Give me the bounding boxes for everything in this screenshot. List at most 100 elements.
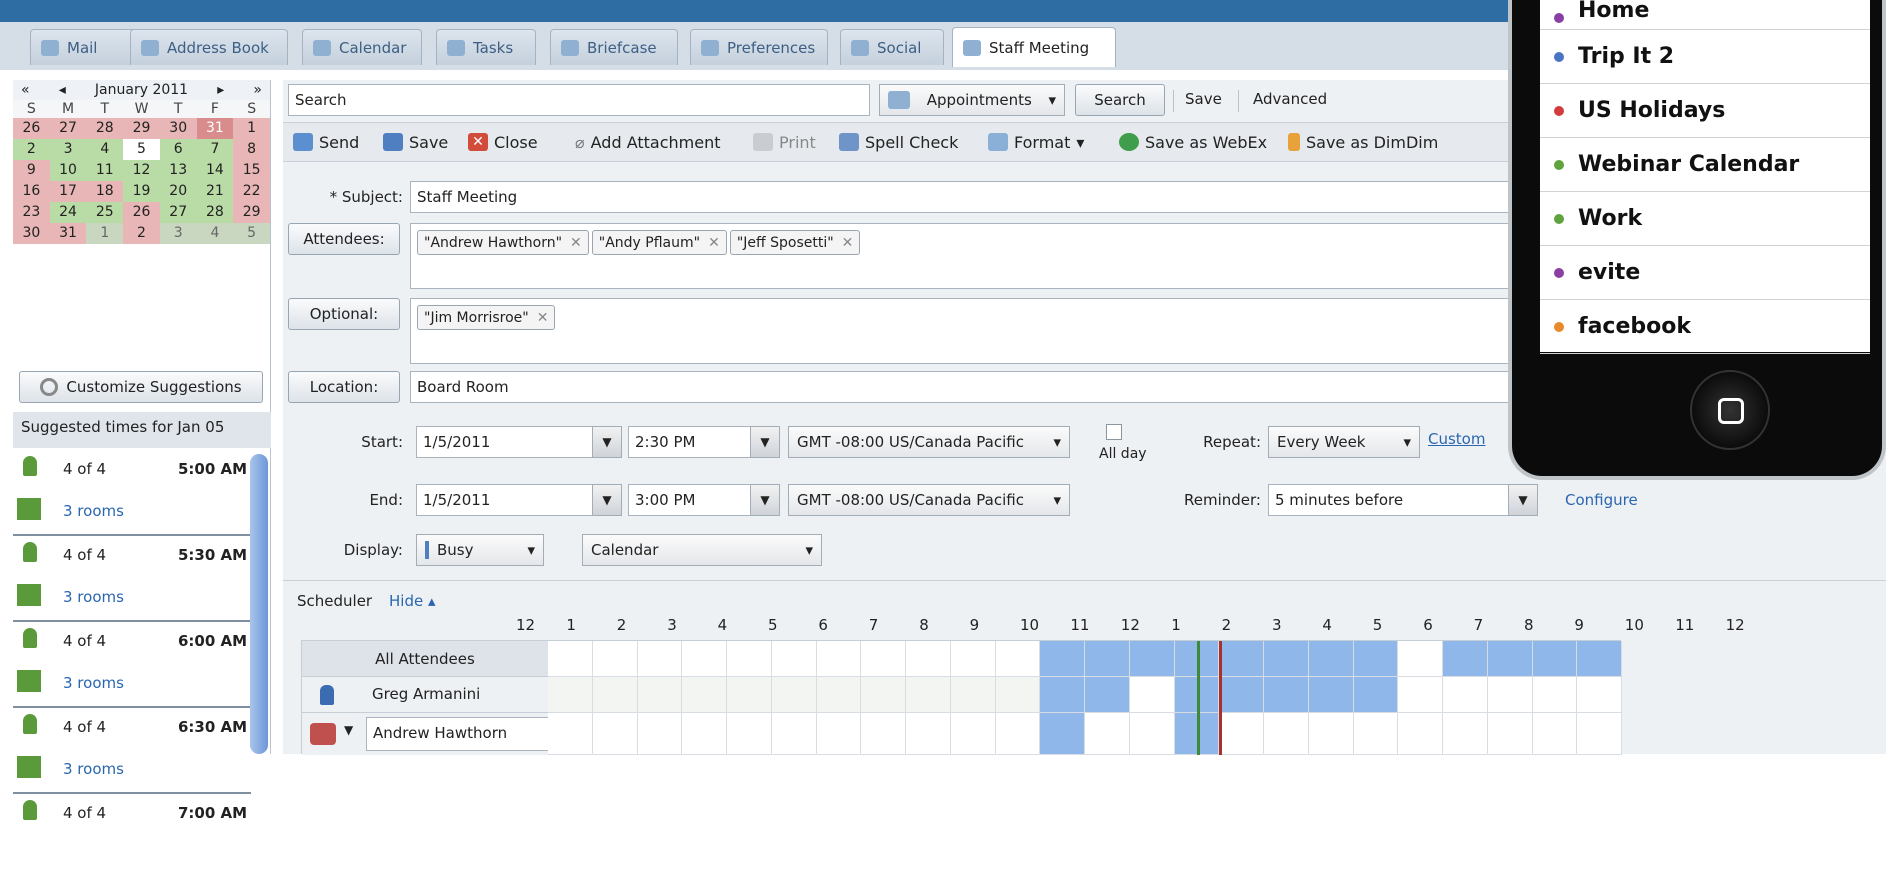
prev-month-button[interactable]: ◂ [59,82,66,98]
scheduler-cell[interactable] [592,713,638,755]
scheduler-cell[interactable] [682,713,727,755]
minical-day[interactable]: 30 [159,118,197,139]
save-as-webex-button[interactable]: Save as WebEx [1119,123,1267,161]
scheduler-cell[interactable] [1577,713,1622,755]
scheduler-cell[interactable] [1577,677,1622,713]
scheduler-cell[interactable] [1264,641,1309,677]
scheduler-cell[interactable] [1532,641,1578,677]
scheduler-cell[interactable] [1308,677,1354,713]
scheduler-cell[interactable] [1264,713,1309,755]
scheduler-cell[interactable] [1487,641,1533,677]
phone-calendar-item[interactable]: Trip It 2 [1540,30,1870,84]
optional-attendees-button[interactable]: Optional: [288,298,400,330]
attendee-chip[interactable]: "Andy Pflaum" ✕ [591,230,727,255]
minical-day[interactable]: 15 [233,160,270,181]
scheduler-cell[interactable] [1219,641,1264,677]
format-button[interactable]: Format ▾ [988,123,1084,161]
minical-day[interactable]: 27 [49,118,87,139]
minical-day[interactable]: 31 [49,223,87,244]
scheduler-cell[interactable] [1532,713,1578,755]
configure-reminder-link[interactable]: Configure [1565,491,1638,509]
save-as-dimdim-button[interactable]: Save as DimDim [1288,123,1438,161]
reminder-dropdown-button[interactable]: ▼ [1508,484,1538,516]
minical-day[interactable]: 29 [233,202,270,223]
end-date-field[interactable]: 1/5/2011 [416,484,594,516]
scheduler-cell[interactable] [637,677,683,713]
scheduler-cell[interactable] [1040,677,1085,713]
minical-day[interactable]: 11 [86,160,124,181]
scheduler-cell[interactable] [861,713,906,755]
scheduler-cell[interactable] [906,677,951,713]
phone-calendar-item[interactable]: Home [1540,0,1870,30]
minical-day[interactable]: 13 [159,160,197,181]
remove-icon[interactable]: ✕ [842,235,854,251]
start-date-field[interactable]: 1/5/2011 [416,426,594,458]
minical-day[interactable]: 25 [86,202,124,223]
minical-day[interactable]: 7 [196,139,234,160]
scheduler-hide-link[interactable]: Hide ▴ [389,592,436,610]
scheduler-cell[interactable] [548,677,593,713]
start-time-picker-button[interactable]: ▼ [750,426,780,458]
scheduler-cell[interactable] [995,677,1041,713]
minical-day[interactable]: 28 [196,202,234,223]
scheduler-cell[interactable] [1443,641,1488,677]
scheduler-cell[interactable] [1264,677,1309,713]
scheduler-cell[interactable] [727,713,772,755]
minical-day[interactable]: 12 [123,160,160,181]
minical-day[interactable]: 17 [49,181,87,202]
minical-day[interactable]: 4 [196,223,234,244]
scheduler-cell[interactable] [906,641,951,677]
scheduler-cell[interactable] [995,641,1041,677]
minical-day[interactable]: 22 [233,181,270,202]
location-button[interactable]: Location: [288,371,400,403]
start-time-field[interactable]: 2:30 PM [628,426,752,458]
minical-day[interactable]: 27 [159,202,197,223]
scheduler-cell[interactable] [592,677,638,713]
custom-repeat-link[interactable]: Custom [1428,430,1485,448]
scheduler-cell[interactable] [1085,677,1130,713]
scheduler-cell[interactable] [816,677,862,713]
scheduler-cell[interactable] [637,641,683,677]
scheduler-cell[interactable] [1443,713,1488,755]
scheduler-cell[interactable] [1308,641,1354,677]
tab-briefcase[interactable]: Briefcase [550,29,678,65]
minical-day[interactable]: 2 [13,139,50,160]
scheduler-cell[interactable] [906,713,951,755]
scheduler-cell[interactable] [950,641,996,677]
scheduler-cell[interactable] [727,641,772,677]
scheduler-cell[interactable] [1487,713,1533,755]
scheduler-cell[interactable] [1085,641,1130,677]
scheduler-cell[interactable] [771,677,817,713]
scheduler-cell[interactable] [727,677,772,713]
suggestion-item[interactable]: 4 of 4 5:30 AM 3 rooms [13,536,251,622]
minical-day[interactable]: 2 [123,223,160,244]
end-time-picker-button[interactable]: ▼ [750,484,780,516]
minical-day[interactable]: 29 [123,118,160,139]
display-select[interactable]: Busy ▾ [416,534,544,566]
scheduler-cell[interactable] [1219,713,1264,755]
close-button[interactable]: ✕ Close [468,123,538,161]
scheduler-cell[interactable] [1353,713,1399,755]
scheduler-cell[interactable] [816,641,862,677]
scheduler-cell[interactable] [1129,713,1175,755]
scheduler-cell[interactable] [1129,677,1175,713]
minical-day[interactable]: 14 [196,160,234,181]
minical-day[interactable]: 21 [196,181,234,202]
advanced-search-link[interactable]: Advanced [1253,90,1327,108]
calendar-select[interactable]: Calendar ▾ [582,534,822,566]
tab-calendar[interactable]: Calendar [302,29,422,65]
minical-day[interactable]: 23 [13,202,50,223]
save-button[interactable]: Save [383,123,448,161]
minical-day[interactable]: 31 [196,118,234,139]
phone-calendar-item[interactable]: facebook [1540,300,1870,354]
tab-staff-meeting[interactable]: Staff Meeting [952,27,1116,67]
tab-preferences[interactable]: Preferences [690,29,828,65]
scheduler-cell[interactable] [816,713,862,755]
scheduler-cell[interactable] [637,713,683,755]
suggestion-item[interactable]: 4 of 4 6:30 AM 3 rooms [13,708,251,794]
attendee-chip[interactable]: "Jim Morrisroe" ✕ [417,305,556,330]
minical-day-selected[interactable]: 5 [123,139,160,160]
scheduler-cell[interactable] [950,713,996,755]
repeat-select[interactable]: Every Week ▾ [1268,426,1420,458]
tab-mail[interactable]: Mail [30,29,136,65]
